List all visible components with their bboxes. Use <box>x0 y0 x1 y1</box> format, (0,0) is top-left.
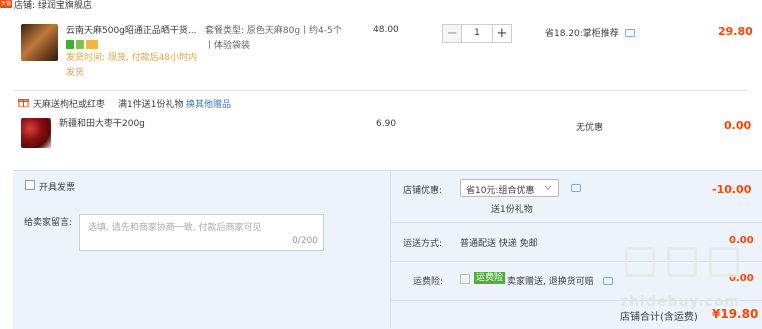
discount-selected: 省10元:组合优惠 <box>466 186 535 196</box>
delivery-amount: 0.00 <box>729 235 754 246</box>
invoice-label[interactable]: 开具发票 <box>39 180 75 193</box>
insurance-tag: 运费险 <box>474 272 506 284</box>
shop-name[interactable]: 店铺: 绿润宝旗舰店 <box>14 0 92 11</box>
decrease-button[interactable]: − <box>443 25 463 42</box>
item-promo: 省18.20:掌柜推荐 <box>545 29 619 39</box>
seller-message-input[interactable]: 选填, 请先和商家协商一致, 付款后商家可见 0/200 <box>79 214 324 251</box>
chat-icon[interactable] <box>625 29 635 37</box>
gift-promo: 无优惠 <box>576 123 604 133</box>
watermark-glyph <box>709 247 739 277</box>
store-discount-select[interactable]: 省10元:组合优惠 <box>460 179 559 197</box>
message-label: 给卖家留言: <box>24 218 73 228</box>
insurance-checkbox[interactable] <box>460 274 470 284</box>
tmall-badge: 天猫 <box>0 0 12 8</box>
unit-price: 48.00 <box>373 25 399 35</box>
invoice-checkbox[interactable] <box>25 180 35 190</box>
gift-unit-price: 6.90 <box>376 119 397 129</box>
panel-divider <box>391 222 762 223</box>
watermark-text: zhidebuy.com <box>620 294 741 310</box>
store-discount-label: 店铺优惠: <box>403 186 443 196</box>
insurance-label: 运费险: <box>413 277 444 287</box>
store-discount-amount: -10.00 <box>712 183 752 196</box>
product-image-tianma[interactable] <box>21 24 58 61</box>
panel-divider <box>390 170 391 328</box>
gift-subtotal: 0.00 <box>724 119 752 132</box>
discount-gift-note: 送1份礼物 <box>491 205 533 215</box>
quantity-stepper[interactable]: − 1 + <box>442 24 512 43</box>
delivery-method: 普通配送 快递 免邮 <box>460 239 538 249</box>
gift-item-title[interactable]: 新疆和田大枣干200g <box>59 117 145 132</box>
service-badges <box>66 40 98 49</box>
card-icon <box>86 40 98 49</box>
message-placeholder: 选填, 请先和商家协商一致, 付款后商家可见 <box>88 223 262 233</box>
chevron-down-icon <box>544 185 552 190</box>
gift-rule: 满1件送1份礼物 <box>118 100 184 110</box>
seven-day-return-icon <box>66 40 74 49</box>
watermark-glyph <box>667 247 697 277</box>
message-counter: 0/200 <box>292 236 318 246</box>
total-label: 店铺合计(含运费) <box>620 312 698 323</box>
shipping-time: 发货时间: 现货, 付款后48小时内发货 <box>66 53 198 78</box>
chat-icon[interactable] <box>571 184 581 192</box>
change-gift-link[interactable]: 换其他赠品 <box>186 97 231 110</box>
quantity-input[interactable]: 1 <box>462 25 491 42</box>
watermark-logo <box>625 247 739 277</box>
insurance-value: 卖家赠送, 退换货可赔 <box>507 277 594 287</box>
item-title[interactable]: 云南天麻500g昭通正品晒干货... <box>66 24 201 39</box>
sku-info[interactable]: 套餐类型: 原色天麻80g丨约4-5个丨体验袋装 <box>205 24 342 54</box>
divider <box>13 90 749 91</box>
gift-icon <box>18 99 29 107</box>
product-image-dates[interactable] <box>21 118 51 148</box>
guarantee-icon <box>76 40 84 49</box>
delivery-label: 运送方式: <box>403 239 443 249</box>
chat-icon[interactable] <box>603 277 613 285</box>
increase-button[interactable]: + <box>491 25 511 42</box>
gift-promo-label: 天麻送枸杞或红枣 <box>33 100 106 110</box>
item-subtotal: 29.80 <box>718 25 753 38</box>
watermark-glyph <box>625 247 655 277</box>
